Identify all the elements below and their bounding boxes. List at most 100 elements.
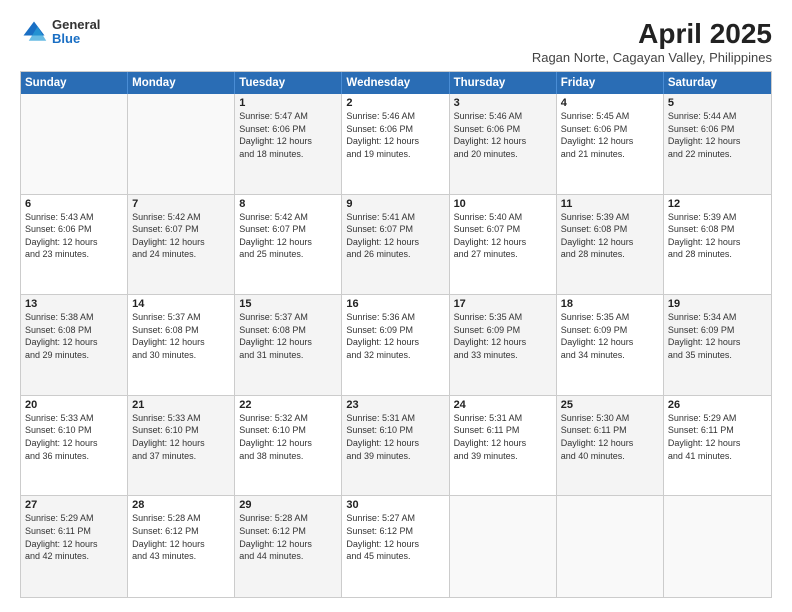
cell-line: Sunset: 6:10 PM (25, 424, 123, 437)
cell-line: Sunrise: 5:31 AM (346, 412, 444, 425)
cell-line: Sunrise: 5:39 AM (561, 211, 659, 224)
cell-line: Daylight: 12 hours (454, 437, 552, 450)
day-number: 20 (25, 399, 123, 411)
day-number: 13 (25, 298, 123, 310)
calendar-cell: 26Sunrise: 5:29 AMSunset: 6:11 PMDayligh… (664, 396, 771, 496)
cell-line: and 29 minutes. (25, 349, 123, 362)
cell-line: Sunrise: 5:37 AM (239, 311, 337, 324)
day-number: 5 (668, 97, 767, 109)
cell-line: Sunset: 6:11 PM (25, 525, 123, 538)
day-number: 3 (454, 97, 552, 109)
calendar-cell (557, 496, 664, 597)
day-number: 8 (239, 198, 337, 210)
month-year: April 2025 (532, 18, 772, 50)
cell-line: and 25 minutes. (239, 248, 337, 261)
logo-blue: Blue (52, 32, 100, 46)
cell-line: Sunset: 6:06 PM (25, 223, 123, 236)
calendar-cell: 6Sunrise: 5:43 AMSunset: 6:06 PMDaylight… (21, 195, 128, 295)
cell-line: and 36 minutes. (25, 450, 123, 463)
cell-line: Sunrise: 5:35 AM (561, 311, 659, 324)
cell-line: Daylight: 12 hours (132, 437, 230, 450)
cell-line: Daylight: 12 hours (561, 336, 659, 349)
calendar-cell (21, 94, 128, 194)
calendar-cell: 5Sunrise: 5:44 AMSunset: 6:06 PMDaylight… (664, 94, 771, 194)
cell-line: Sunrise: 5:42 AM (132, 211, 230, 224)
cell-line: and 33 minutes. (454, 349, 552, 362)
cell-line: Sunrise: 5:41 AM (346, 211, 444, 224)
cell-line: Sunset: 6:12 PM (132, 525, 230, 538)
cell-line: Daylight: 12 hours (25, 437, 123, 450)
calendar-cell: 9Sunrise: 5:41 AMSunset: 6:07 PMDaylight… (342, 195, 449, 295)
logo-text: General Blue (52, 18, 100, 47)
calendar-cell (450, 496, 557, 597)
calendar-cell: 12Sunrise: 5:39 AMSunset: 6:08 PMDayligh… (664, 195, 771, 295)
cell-line: Sunrise: 5:39 AM (668, 211, 767, 224)
cell-line: Daylight: 12 hours (346, 538, 444, 551)
day-number: 16 (346, 298, 444, 310)
calendar-week: 13Sunrise: 5:38 AMSunset: 6:08 PM Dayligh… (21, 295, 771, 396)
cell-line: Daylight: 12 hours (239, 538, 337, 551)
header-day: Tuesday (235, 72, 342, 94)
day-number: 17 (454, 298, 552, 310)
cell-line: Sunset: 6:06 PM (561, 123, 659, 136)
title-block: April 2025 Ragan Norte, Cagayan Valley, … (532, 18, 772, 65)
cell-line: and 23 minutes. (25, 248, 123, 261)
day-number: 29 (239, 499, 337, 511)
cell-line: and 28 minutes. (561, 248, 659, 261)
cell-line: Daylight: 12 hours (454, 236, 552, 249)
location: Ragan Norte, Cagayan Valley, Philippines (532, 50, 772, 65)
cell-line: Daylight: 12 hours (561, 135, 659, 148)
calendar-cell: 4Sunrise: 5:45 AMSunset: 6:06 PMDaylight… (557, 94, 664, 194)
cell-line: Sunrise: 5:42 AM (239, 211, 337, 224)
cell-line: Daylight: 12 hours (132, 236, 230, 249)
cell-line: Sunset: 6:07 PM (454, 223, 552, 236)
calendar-cell (128, 94, 235, 194)
cell-line: Daylight: 12 hours (132, 336, 230, 349)
cell-line: and 35 minutes. (668, 349, 767, 362)
calendar-week: 27Sunrise: 5:29 AMSunset: 6:11 PM Dayligh… (21, 496, 771, 597)
header-day: Wednesday (342, 72, 449, 94)
cell-line: and 44 minutes. (239, 550, 337, 563)
cell-line: Sunset: 6:11 PM (561, 424, 659, 437)
header-day: Monday (128, 72, 235, 94)
cell-line: Daylight: 12 hours (25, 236, 123, 249)
day-number: 19 (668, 298, 767, 310)
cell-line: Sunset: 6:11 PM (668, 424, 767, 437)
cell-line: and 39 minutes. (346, 450, 444, 463)
calendar-cell: 27Sunrise: 5:29 AMSunset: 6:11 PMDayligh… (21, 496, 128, 597)
day-number: 10 (454, 198, 552, 210)
calendar-body: 1Sunrise: 5:47 AMSunset: 6:06 PMDaylight… (21, 94, 771, 597)
calendar-week: 6Sunrise: 5:43 AMSunset: 6:06 PMDaylight… (21, 195, 771, 296)
cell-line: Sunrise: 5:46 AM (454, 110, 552, 123)
calendar: SundayMondayTuesdayWednesdayThursdayFrid… (20, 71, 772, 598)
header-day: Friday (557, 72, 664, 94)
calendar-cell: 21Sunrise: 5:33 AMSunset: 6:10 PMDayligh… (128, 396, 235, 496)
page: General Blue April 2025 Ragan Norte, Cag… (0, 0, 792, 612)
header-day: Saturday (664, 72, 771, 94)
calendar-cell: 25Sunrise: 5:30 AMSunset: 6:11 PMDayligh… (557, 396, 664, 496)
cell-line: and 38 minutes. (239, 450, 337, 463)
day-number: 27 (25, 499, 123, 511)
cell-line: Daylight: 12 hours (454, 135, 552, 148)
cell-line: Sunrise: 5:43 AM (25, 211, 123, 224)
day-number: 18 (561, 298, 659, 310)
day-number: 15 (239, 298, 337, 310)
cell-line: Sunset: 6:08 PM (25, 324, 123, 337)
cell-line: and 24 minutes. (132, 248, 230, 261)
cell-line: Sunrise: 5:31 AM (454, 412, 552, 425)
cell-line: Daylight: 12 hours (454, 336, 552, 349)
cell-line: Sunrise: 5:46 AM (346, 110, 444, 123)
logo-general: General (52, 18, 100, 32)
calendar-header: SundayMondayTuesdayWednesdayThursdayFrid… (21, 72, 771, 94)
logo: General Blue (20, 18, 100, 47)
cell-line: and 43 minutes. (132, 550, 230, 563)
calendar-cell: 29Sunrise: 5:28 AMSunset: 6:12 PMDayligh… (235, 496, 342, 597)
cell-line: Sunrise: 5:33 AM (25, 412, 123, 425)
calendar-cell: 20Sunrise: 5:33 AMSunset: 6:10 PMDayligh… (21, 396, 128, 496)
cell-line: Daylight: 12 hours (346, 236, 444, 249)
day-number: 25 (561, 399, 659, 411)
calendar-cell: 23Sunrise: 5:31 AMSunset: 6:10 PMDayligh… (342, 396, 449, 496)
cell-line: Sunrise: 5:38 AM (25, 311, 123, 324)
day-number: 26 (668, 399, 767, 411)
cell-line: Sunrise: 5:29 AM (25, 512, 123, 525)
